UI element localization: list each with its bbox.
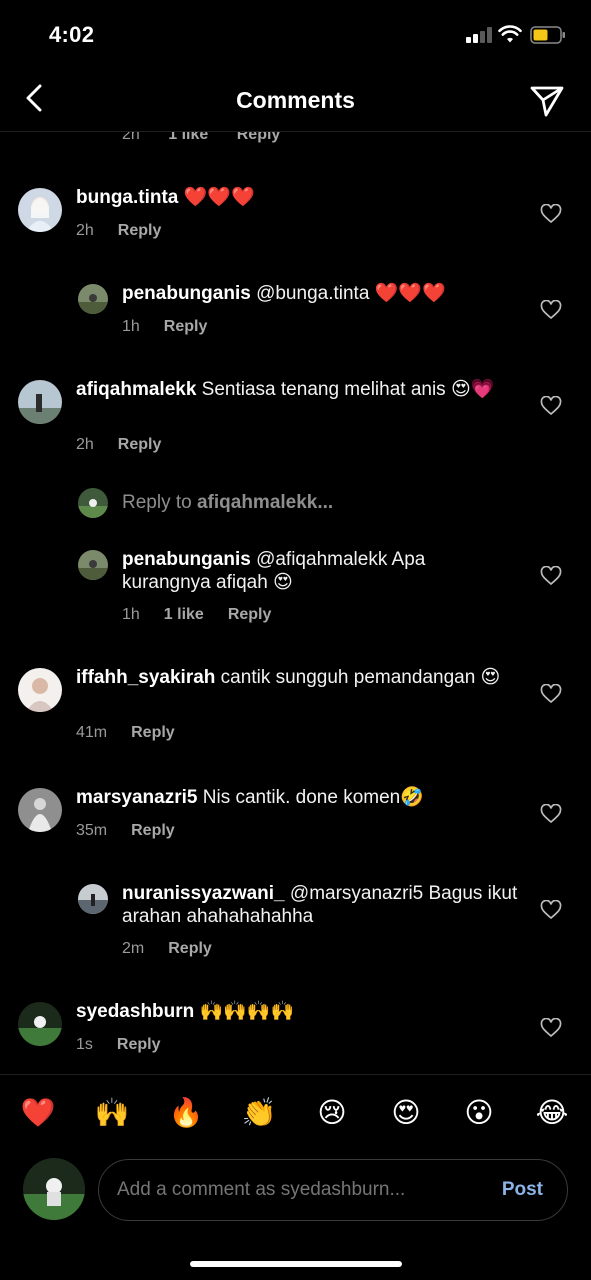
likes-count[interactable]: 1 like <box>164 606 204 623</box>
avatar[interactable] <box>18 188 62 232</box>
comment-item: iffahh_syakirah cantik sungguh pemandang… <box>0 664 591 754</box>
emoji-surprised-button[interactable]: 😮 <box>461 1095 497 1131</box>
comment-time: 1h <box>122 606 140 623</box>
comment-username[interactable]: marsyanazri5 <box>76 787 197 808</box>
comment-username[interactable]: syedashburn <box>76 1001 194 1022</box>
comment-time: 2h <box>76 436 94 453</box>
wifi-icon <box>498 25 522 43</box>
reply-button[interactable]: Reply <box>131 822 175 839</box>
avatar[interactable] <box>18 1002 62 1046</box>
current-user-avatar <box>23 1158 85 1220</box>
cellular-signal-icon <box>466 27 494 43</box>
avatar[interactable] <box>18 668 62 712</box>
reply-button[interactable]: Reply <box>168 940 212 957</box>
emoji-clapping-button[interactable]: 👏 <box>241 1095 277 1131</box>
comment-time: 2m <box>122 940 145 957</box>
like-heart-icon[interactable] <box>540 1018 562 1038</box>
comment-username[interactable]: penabunganis <box>122 283 251 304</box>
reply-to-username: afiqahmalekk... <box>196 492 334 513</box>
reply-item: nuranissyazwani_ @marsyanazri5 Bagus iku… <box>0 880 591 970</box>
like-heart-icon[interactable] <box>540 900 562 920</box>
header: Comments <box>0 70 591 132</box>
comment-username[interactable]: nuranissyazwani_ <box>122 883 285 904</box>
like-heart-icon[interactable] <box>540 204 562 224</box>
comment-time: 35m <box>76 822 108 839</box>
comment-meta: 35m Reply <box>76 822 175 840</box>
avatar[interactable] <box>78 550 108 580</box>
comment-input[interactable] <box>117 1179 477 1201</box>
comment-meta: 1h Reply <box>122 318 207 336</box>
comment-time: 41m <box>76 724 108 741</box>
comment-username[interactable]: iffahh_syakirah <box>76 667 215 688</box>
comment-item: bunga.tinta ❤️❤️❤️ 2h Reply <box>0 180 591 270</box>
reply-button[interactable]: Reply <box>164 318 208 335</box>
like-heart-icon[interactable] <box>540 684 562 704</box>
battery-icon <box>530 26 565 44</box>
emoji-crying-button[interactable]: 😢 <box>314 1095 350 1131</box>
like-heart-icon[interactable] <box>540 396 562 416</box>
comment-meta: 41m Reply <box>76 724 175 742</box>
comment-meta: 2h Reply <box>76 222 161 240</box>
comment-input-box[interactable]: Post <box>98 1159 568 1221</box>
send-direct-icon[interactable] <box>526 82 566 118</box>
comment-time: 1h <box>122 318 140 335</box>
like-heart-icon[interactable] <box>540 804 562 824</box>
avatar <box>78 488 108 518</box>
comment-text: @bunga.tinta ❤️❤️❤️ <box>250 283 446 304</box>
like-heart-icon[interactable] <box>540 566 562 586</box>
reply-to-row[interactable]: Reply to afiqahmalekk... <box>0 486 591 526</box>
page-title: Comments <box>236 87 355 113</box>
avatar[interactable] <box>78 884 108 914</box>
emoji-raising-hands-button[interactable]: 🙌 <box>94 1095 130 1131</box>
reply-item: penabunganis @afiqahmalekk Apa kurangnya… <box>0 546 591 636</box>
reply-button[interactable]: Reply <box>228 606 272 623</box>
comment-text: cantik sungguh pemandangan 😍 <box>215 667 501 688</box>
comment-username[interactable]: afiqahmalekk <box>76 379 196 400</box>
emoji-fire-button[interactable]: 🔥 <box>168 1095 204 1131</box>
comment-username[interactable]: bunga.tinta <box>76 187 178 208</box>
quick-emoji-row: ❤️ 🙌 🔥 👏 😢 😍 😮 😂 <box>0 1095 591 1135</box>
home-indicator[interactable] <box>190 1261 402 1267</box>
comment-text: Sentiasa tenang melihat anis 😍💗 <box>196 379 495 400</box>
comment-meta: 1s Reply <box>76 1036 160 1054</box>
comment-meta: 1h 1 like Reply <box>122 606 271 624</box>
comment-meta: 2h Reply <box>76 436 161 454</box>
comment-item: syedashburn 🙌🙌🙌🙌 1s Reply <box>0 998 591 1075</box>
comments-list[interactable]: 2h 1 like Reply bunga.tinta ❤️❤️❤️ 2h Rep… <box>0 120 591 1075</box>
reply-item: penabunganis @bunga.tinta ❤️❤️❤️ 1h Reply <box>0 280 591 360</box>
comment-text: 🙌🙌🙌🙌 <box>194 1001 295 1022</box>
reply-button[interactable]: Reply <box>131 724 175 741</box>
like-heart-icon[interactable] <box>540 300 562 320</box>
post-button[interactable]: Post <box>502 1179 543 1201</box>
avatar[interactable] <box>18 788 62 832</box>
emoji-laughing-button[interactable]: 😂 <box>534 1095 570 1131</box>
comment-item: marsyanazri5 Nis cantik. done komen🤣 35m… <box>0 784 591 864</box>
comment-item: afiqahmalekk Sentiasa tenang melihat ani… <box>0 376 591 466</box>
comment-time: 1s <box>76 1036 93 1053</box>
comment-text: ❤️❤️❤️ <box>178 187 255 208</box>
comment-text: Nis cantik. done komen🤣 <box>197 787 424 808</box>
emoji-red-heart-button[interactable]: ❤️ <box>20 1095 56 1131</box>
comment-time: 2h <box>76 222 94 239</box>
reply-button[interactable]: Reply <box>117 1036 161 1053</box>
comment-composer-bar: ❤️ 🙌 🔥 👏 😢 😍 😮 😂 Post <box>0 1074 591 1280</box>
reply-button[interactable]: Reply <box>118 222 162 239</box>
status-bar: 4:02 <box>0 0 591 70</box>
comment-meta: 2m Reply <box>122 940 212 958</box>
avatar[interactable] <box>18 380 62 424</box>
comment-username[interactable]: penabunganis <box>122 549 251 570</box>
emoji-heart-eyes-button[interactable]: 😍 <box>388 1095 424 1131</box>
reply-button[interactable]: Reply <box>118 436 162 453</box>
status-time: 4:02 <box>49 22 95 47</box>
avatar[interactable] <box>78 284 108 314</box>
